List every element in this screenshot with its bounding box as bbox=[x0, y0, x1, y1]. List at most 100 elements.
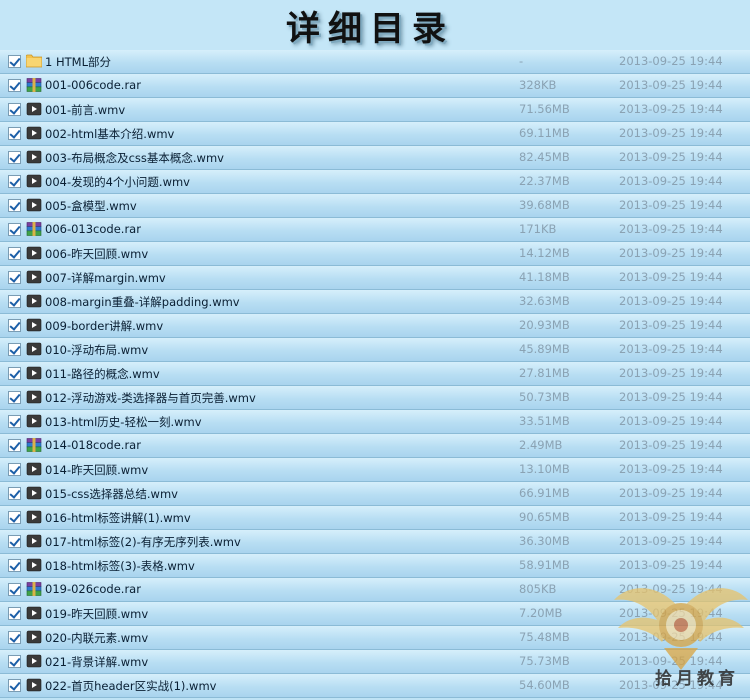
file-date: 2013-09-25 19:44 bbox=[619, 510, 723, 524]
file-size: 7.20MB bbox=[519, 606, 563, 620]
file-row[interactable]: 017-html标签(2)-有序无序列表.wmv 36.30MB 2013-09-2… bbox=[0, 530, 750, 554]
row-checkbox[interactable] bbox=[8, 439, 21, 452]
file-size: 69.11MB bbox=[519, 126, 570, 140]
file-name[interactable]: 010-浮动布局.wmv bbox=[45, 342, 148, 358]
file-name[interactable]: 019-昨天回顾.wmv bbox=[45, 606, 148, 622]
file-row[interactable]: 018-html标签(3)-表格.wmv 58.91MB 2013-09-25 19… bbox=[0, 554, 750, 578]
row-checkbox[interactable] bbox=[8, 55, 21, 68]
file-row[interactable]: 014-昨天回顾.wmv 13.10MB 2013-09-25 19:44 bbox=[0, 458, 750, 482]
file-row[interactable]: 011-路径的概念.wmv 27.81MB 2013-09-25 19:44 bbox=[0, 362, 750, 386]
file-row[interactable]: 019-昨天回顾.wmv 7.20MB 2013-09-25 19:44 bbox=[0, 602, 750, 626]
row-checkbox[interactable] bbox=[8, 103, 21, 116]
file-row[interactable]: 006-昨天回顾.wmv 14.12MB 2013-09-25 19:44 bbox=[0, 242, 750, 266]
row-checkbox[interactable] bbox=[8, 319, 21, 332]
row-checkbox[interactable] bbox=[8, 631, 21, 644]
file-name[interactable]: 012-浮动游戏-类选择器与首页完善.wmv bbox=[45, 390, 256, 406]
file-date: 2013-09-25 19:44 bbox=[619, 366, 723, 380]
row-checkbox[interactable] bbox=[8, 607, 21, 620]
row-checkbox[interactable] bbox=[8, 79, 21, 92]
file-name[interactable]: 004-发现的4个小问题.wmv bbox=[45, 174, 190, 190]
file-name[interactable]: 014-昨天回顾.wmv bbox=[45, 462, 148, 478]
file-row[interactable]: 005-盒模型.wmv 39.68MB 2013-09-25 19:44 bbox=[0, 194, 750, 218]
row-checkbox[interactable] bbox=[8, 511, 21, 524]
file-row[interactable]: 013-html历史-轻松一刻.wmv 33.51MB 2013-09-25 19:… bbox=[0, 410, 750, 434]
file-row[interactable]: 004-发现的4个小问题.wmv 22.37MB 2013-09-25 19:44 bbox=[0, 170, 750, 194]
file-row[interactable]: 007-详解margin.wmv 41.18MB 2013-09-25 19:44 bbox=[0, 266, 750, 290]
file-name[interactable]: 011-路径的概念.wmv bbox=[45, 366, 160, 382]
file-name[interactable]: 007-详解margin.wmv bbox=[45, 270, 166, 286]
row-checkbox[interactable] bbox=[8, 151, 21, 164]
file-row[interactable]: 002-html基本介绍.wmv 69.11MB 2013-09-25 19:44 bbox=[0, 122, 750, 146]
row-checkbox[interactable] bbox=[8, 127, 21, 140]
file-row[interactable]: 016-html标签讲解(1).wmv 90.65MB 2013-09-25 19:… bbox=[0, 506, 750, 530]
row-checkbox[interactable] bbox=[8, 535, 21, 548]
file-name[interactable]: 017-html标签(2)-有序无序列表.wmv bbox=[45, 534, 241, 550]
video-icon bbox=[26, 390, 42, 404]
file-name[interactable]: 002-html基本介绍.wmv bbox=[45, 126, 174, 142]
file-row[interactable]: 006-013code.rar 171KB 2013-09-25 19:44 bbox=[0, 218, 750, 242]
row-checkbox[interactable] bbox=[8, 487, 21, 500]
video-icon bbox=[26, 414, 42, 428]
row-checkbox[interactable] bbox=[8, 415, 21, 428]
file-row[interactable]: 001-前言.wmv 71.56MB 2013-09-25 19:44 bbox=[0, 98, 750, 122]
row-checkbox[interactable] bbox=[8, 391, 21, 404]
file-size: - bbox=[519, 54, 524, 68]
file-size: 2.49MB bbox=[519, 438, 563, 452]
file-size: 32.63MB bbox=[519, 294, 570, 308]
file-name[interactable]: 009-border讲解.wmv bbox=[45, 318, 163, 334]
file-name[interactable]: 016-html标签讲解(1).wmv bbox=[45, 510, 191, 526]
file-date: 2013-09-25 19:44 bbox=[619, 606, 723, 620]
file-size: 45.89MB bbox=[519, 342, 570, 356]
file-name[interactable]: 018-html标签(3)-表格.wmv bbox=[45, 558, 195, 574]
file-date: 2013-09-25 19:44 bbox=[619, 198, 723, 212]
row-checkbox[interactable] bbox=[8, 559, 21, 572]
file-name[interactable]: 021-背景详解.wmv bbox=[45, 654, 148, 670]
row-checkbox[interactable] bbox=[8, 343, 21, 356]
file-name[interactable]: 006-昨天回顾.wmv bbox=[45, 246, 148, 262]
video-icon bbox=[26, 534, 42, 548]
file-name[interactable]: 013-html历史-轻松一刻.wmv bbox=[45, 414, 202, 430]
file-row[interactable]: 1 HTML部分 - 2013-09-25 19:44 bbox=[0, 50, 750, 74]
file-name[interactable]: 003-布局概念及css基本概念.wmv bbox=[45, 150, 224, 166]
row-checkbox[interactable] bbox=[8, 295, 21, 308]
file-row[interactable]: 001-006code.rar 328KB 2013-09-25 19:44 bbox=[0, 74, 750, 98]
file-row[interactable]: 020-内联元素.wmv 75.48MB 2013-09-25 19:44 bbox=[0, 626, 750, 650]
file-name[interactable]: 022-首页header区实战(1).wmv bbox=[45, 678, 216, 694]
file-name[interactable]: 006-013code.rar bbox=[45, 222, 141, 236]
file-size: 50.73MB bbox=[519, 390, 570, 404]
file-row[interactable]: 021-背景详解.wmv 75.73MB 2013-09-25 19:44 bbox=[0, 650, 750, 674]
row-checkbox[interactable] bbox=[8, 583, 21, 596]
file-size: 805KB bbox=[519, 582, 557, 596]
file-name[interactable]: 001-006code.rar bbox=[45, 78, 141, 92]
file-name[interactable]: 020-内联元素.wmv bbox=[45, 630, 148, 646]
file-name[interactable]: 1 HTML部分 bbox=[45, 54, 111, 70]
row-checkbox[interactable] bbox=[8, 175, 21, 188]
file-name[interactable]: 005-盒模型.wmv bbox=[45, 198, 137, 214]
row-checkbox[interactable] bbox=[8, 655, 21, 668]
file-name[interactable]: 008-margin重叠-详解padding.wmv bbox=[45, 294, 240, 310]
file-row[interactable]: 014-018code.rar 2.49MB 2013-09-25 19:44 bbox=[0, 434, 750, 458]
row-checkbox[interactable] bbox=[8, 271, 21, 284]
row-checkbox[interactable] bbox=[8, 247, 21, 260]
file-name[interactable]: 001-前言.wmv bbox=[45, 102, 125, 118]
file-row[interactable]: 008-margin重叠-详解padding.wmv 32.63MB 2013-09… bbox=[0, 290, 750, 314]
file-name[interactable]: 015-css选择器总结.wmv bbox=[45, 486, 178, 502]
row-checkbox[interactable] bbox=[8, 199, 21, 212]
file-row[interactable]: 003-布局概念及css基本概念.wmv 82.45MB 2013-09-25 19… bbox=[0, 146, 750, 170]
file-row[interactable]: 010-浮动布局.wmv 45.89MB 2013-09-25 19:44 bbox=[0, 338, 750, 362]
row-checkbox[interactable] bbox=[8, 679, 21, 692]
video-icon bbox=[26, 462, 42, 476]
file-date: 2013-09-25 19:44 bbox=[619, 126, 723, 140]
video-icon bbox=[26, 654, 42, 668]
file-row[interactable]: 022-首页header区实战(1).wmv 54.60MB 2013-09-25 … bbox=[0, 674, 750, 698]
file-size: 20.93MB bbox=[519, 318, 570, 332]
file-name[interactable]: 019-026code.rar bbox=[45, 582, 141, 596]
file-row[interactable]: 009-border讲解.wmv 20.93MB 2013-09-25 19:44 bbox=[0, 314, 750, 338]
row-checkbox[interactable] bbox=[8, 463, 21, 476]
file-name[interactable]: 014-018code.rar bbox=[45, 438, 141, 452]
file-row[interactable]: 015-css选择器总结.wmv 66.91MB 2013-09-25 19:44 bbox=[0, 482, 750, 506]
file-row[interactable]: 012-浮动游戏-类选择器与首页完善.wmv 50.73MB 2013-09-25 … bbox=[0, 386, 750, 410]
file-row[interactable]: 019-026code.rar 805KB 2013-09-25 19:44 bbox=[0, 578, 750, 602]
row-checkbox[interactable] bbox=[8, 367, 21, 380]
row-checkbox[interactable] bbox=[8, 223, 21, 236]
